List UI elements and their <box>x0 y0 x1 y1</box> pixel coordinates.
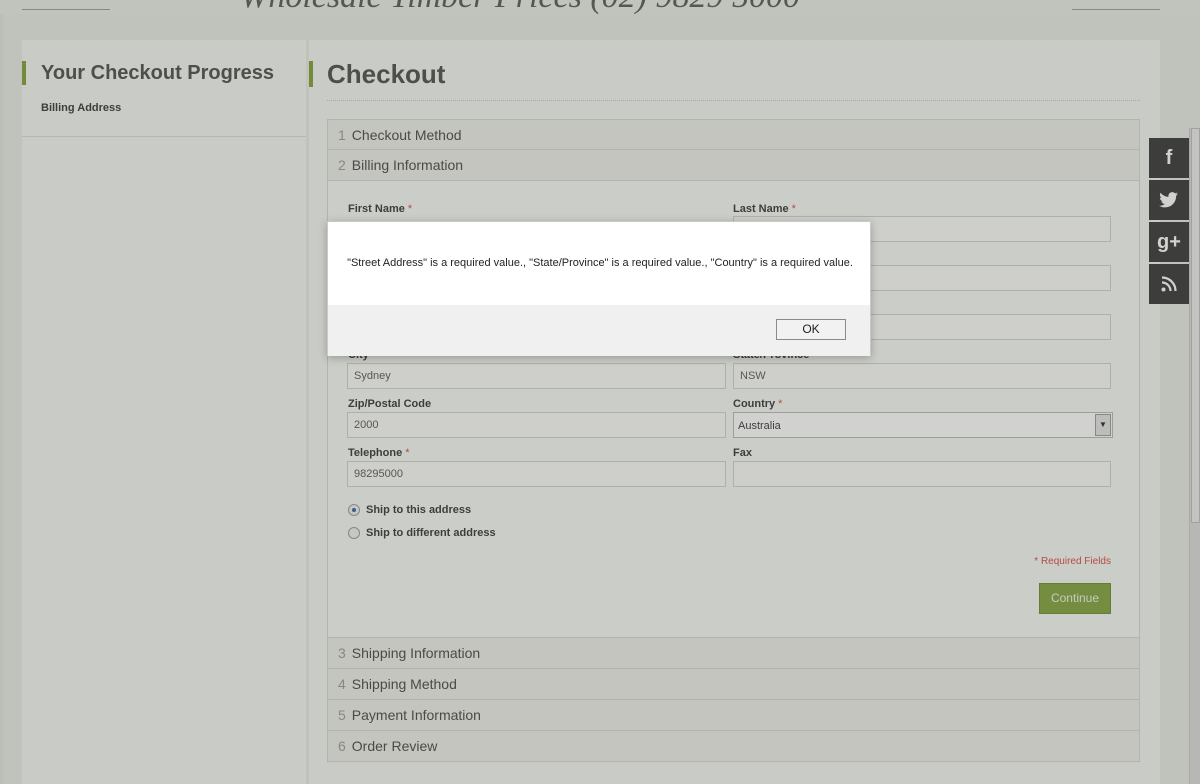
ok-button[interactable]: OK <box>776 319 846 340</box>
alert-footer: OK <box>328 305 870 356</box>
modal-overlay <box>0 0 1200 784</box>
validation-alert-dialog: "Street Address" is a required value., "… <box>327 221 871 356</box>
alert-message: "Street Address" is a required value., "… <box>347 257 853 269</box>
